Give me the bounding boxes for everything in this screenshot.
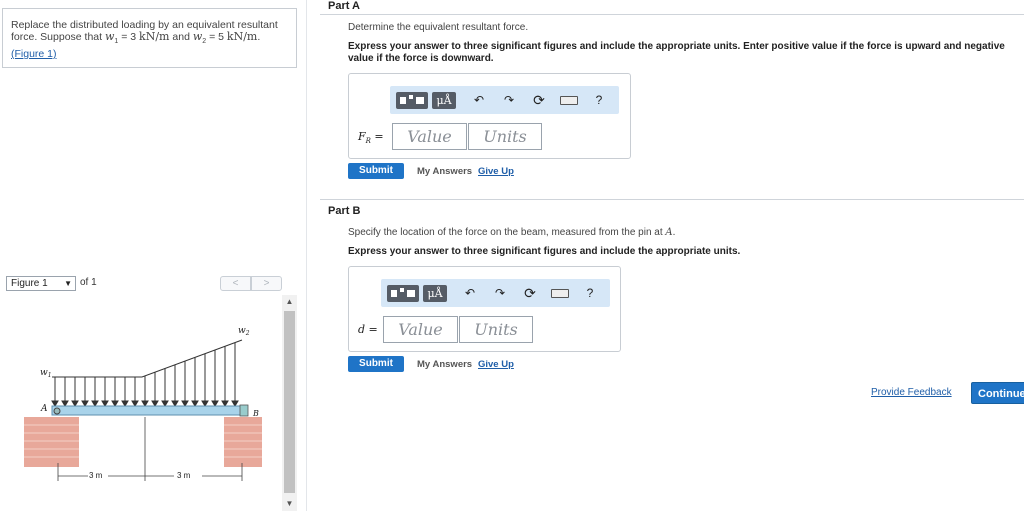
part-b-my-answers-link[interactable]: My Answers — [417, 359, 472, 370]
part-a-math-toolbar: μÅ ↶ ↷ ⟳ ? — [390, 86, 619, 114]
scroll-down-icon[interactable]: ▼ — [282, 497, 297, 511]
value-input[interactable]: Value — [392, 123, 467, 150]
redo-icon[interactable]: ↷ — [491, 279, 509, 307]
part-a-label: FR = — [358, 130, 384, 146]
figure-panel: w1 w2 A B 3 m 3 m — [2, 295, 280, 511]
part-a-answer-box: μÅ ↶ ↷ ⟳ ? FR = Value Units — [348, 73, 631, 159]
prev-figure-button[interactable]: < — [220, 276, 251, 291]
symbols-button[interactable]: μÅ — [423, 285, 447, 302]
part-a-give-up-link[interactable]: Give Up — [478, 166, 514, 177]
next-figure-button[interactable]: > — [251, 276, 282, 291]
label-w2: w2 — [238, 326, 250, 337]
w1-symbol: w — [104, 30, 115, 43]
templates-icon[interactable] — [387, 285, 419, 302]
column-divider — [306, 0, 307, 511]
part-a-instruction: Determine the equivalent resultant force… — [348, 22, 529, 33]
part-b-give-up-link[interactable]: Give Up — [478, 359, 514, 370]
figure-link[interactable]: (Figure 1) — [11, 48, 57, 60]
part-b-answer-box: μÅ ↶ ↷ ⟳ ? d = Value Units — [348, 266, 621, 352]
w1-value: = 3 — [118, 31, 140, 43]
problem-statement: Replace the distributed loading by an eq… — [2, 8, 297, 68]
units-input[interactable]: Units — [468, 123, 542, 150]
symbols-button[interactable]: μÅ — [432, 92, 456, 109]
scroll-thumb[interactable] — [284, 311, 295, 493]
templates-icon[interactable] — [396, 92, 428, 109]
problem-end: . — [257, 31, 261, 43]
beam — [51, 405, 248, 416]
pin-support — [53, 407, 61, 415]
roller-support — [239, 404, 249, 417]
w2-unit: kN/m — [226, 30, 258, 43]
help-button[interactable]: ? — [581, 279, 599, 307]
figure-scrollbar[interactable]: ▲ ▼ — [282, 295, 297, 511]
part-a-format-note: Express your answer to three significant… — [348, 41, 1005, 64]
part-b-format-note: Express your answer to three significant… — [348, 246, 741, 257]
continue-button[interactable]: Continue — [971, 382, 1024, 404]
figure-toolbar: Figure 1 ▼ of 1 < > — [2, 273, 297, 295]
keyboard-icon[interactable] — [551, 289, 569, 298]
undo-icon[interactable]: ↶ — [461, 279, 479, 307]
part-b-rule — [320, 199, 1024, 200]
part-b-instruction: Specify the location of the force on the… — [348, 227, 676, 238]
part-b-title: Part B — [328, 205, 361, 217]
label-b: B — [252, 409, 259, 418]
chevron-down-icon: ▼ — [64, 279, 72, 288]
problem-and: and — [169, 31, 193, 43]
part-a-rule — [320, 14, 1024, 15]
part-a-submit-button[interactable]: Submit — [348, 163, 404, 179]
figure-select-value: Figure 1 — [11, 278, 48, 289]
dimension-lines — [57, 417, 243, 481]
dimension-left: 3 m — [89, 471, 103, 480]
chevron-right-icon: > — [263, 278, 270, 289]
units-input[interactable]: Units — [459, 316, 533, 343]
part-a-my-answers-link[interactable]: My Answers — [417, 166, 472, 177]
figure-select[interactable]: Figure 1 ▼ — [6, 276, 76, 291]
w2-symbol: w — [192, 30, 203, 43]
part-b-submit-button[interactable]: Submit — [348, 356, 404, 372]
part-b-label: d = — [358, 323, 378, 336]
reset-icon[interactable]: ⟳ — [521, 279, 539, 307]
help-button[interactable]: ? — [590, 86, 608, 114]
undo-icon[interactable]: ↶ — [470, 86, 488, 114]
reset-icon[interactable]: ⟳ — [530, 86, 548, 114]
load-arrows — [51, 343, 239, 407]
w1-unit: kN/m — [139, 30, 170, 43]
figure-count: of 1 — [80, 277, 97, 288]
keyboard-icon[interactable] — [560, 96, 578, 105]
dimension-right: 3 m — [177, 471, 191, 480]
chevron-left-icon: < — [232, 278, 239, 289]
redo-icon[interactable]: ↷ — [500, 86, 518, 114]
label-w1: w1 — [40, 368, 52, 379]
scroll-up-icon[interactable]: ▲ — [282, 295, 297, 309]
value-input[interactable]: Value — [383, 316, 458, 343]
w2-value: = 5 — [206, 31, 227, 43]
part-b-math-toolbar: μÅ ↶ ↷ ⟳ ? — [381, 279, 610, 307]
beam-diagram: w1 w2 A B 3 m 3 m — [24, 326, 262, 481]
part-a-title: Part A — [328, 0, 360, 12]
load-envelope — [52, 339, 243, 378]
provide-feedback-link[interactable]: Provide Feedback — [871, 387, 952, 398]
label-a: A — [40, 404, 48, 414]
